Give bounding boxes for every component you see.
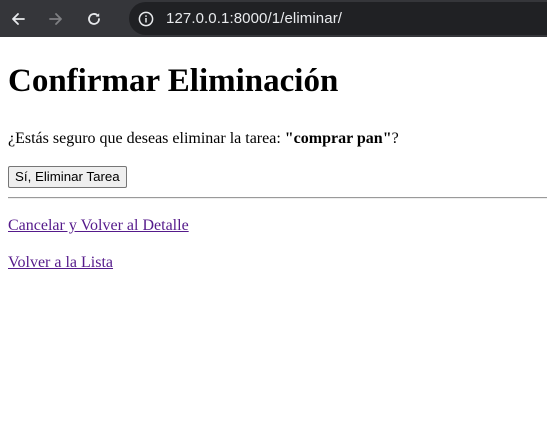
info-icon[interactable] xyxy=(138,11,154,27)
back-arrow-icon[interactable] xyxy=(7,8,29,30)
task-name: "comprar pan" xyxy=(284,130,392,147)
confirmation-question: ¿Estás seguro que deseas eliminar la tar… xyxy=(8,129,399,149)
divider xyxy=(8,197,547,199)
address-bar[interactable]: 127.0.0.1:8000/1/eliminar/ xyxy=(129,2,547,35)
forward-arrow-icon[interactable] xyxy=(45,8,67,30)
question-prefix: ¿Estás seguro que deseas eliminar la tar… xyxy=(8,130,285,147)
page-title: Confirmar Eliminación xyxy=(8,63,339,99)
page-content: Confirmar Eliminación ¿Estás seguro que … xyxy=(0,37,547,433)
browser-toolbar: 127.0.0.1:8000/1/eliminar/ xyxy=(0,0,547,37)
confirm-delete-button[interactable]: Sí, Eliminar Tarea xyxy=(8,166,127,188)
cancel-back-to-detail-link[interactable]: Cancelar y Volver al Detalle xyxy=(8,216,189,236)
question-suffix: ? xyxy=(391,130,399,147)
url-text[interactable]: 127.0.0.1:8000/1/eliminar/ xyxy=(166,10,342,27)
reload-icon[interactable] xyxy=(83,8,105,30)
back-to-list-link[interactable]: Volver a la Lista xyxy=(8,253,113,273)
